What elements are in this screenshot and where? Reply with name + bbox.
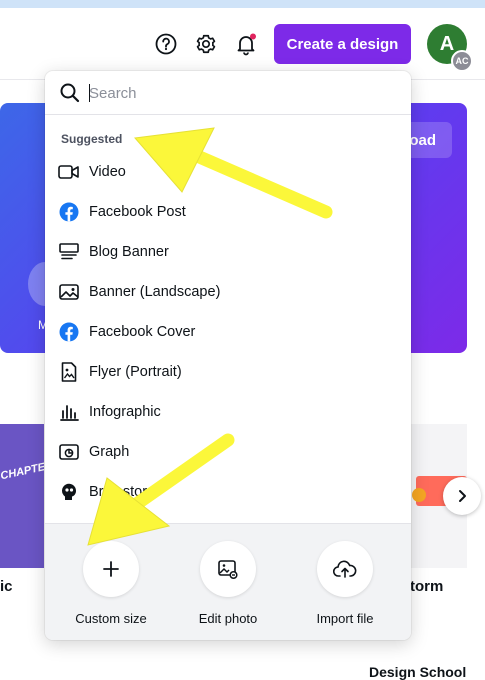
create-design-button[interactable]: Create a design	[274, 24, 411, 64]
item-label: Infographic	[89, 404, 161, 420]
design-type-brainstorm[interactable]: Brainstorm	[45, 472, 411, 512]
custom-size-button[interactable]: Custom size	[61, 541, 161, 626]
template-label-right: torm	[410, 578, 444, 595]
gear-icon[interactable]	[192, 30, 220, 58]
graph-icon	[58, 442, 80, 462]
flyer-icon	[58, 362, 80, 382]
text-caret	[89, 84, 90, 102]
bar-chart-icon	[58, 402, 80, 422]
help-icon[interactable]	[152, 30, 180, 58]
item-label: Facebook Cover	[89, 324, 196, 340]
quick-actions-bar: Custom size Edit photo Import file	[45, 523, 411, 640]
plus-icon	[83, 541, 139, 597]
design-type-blog-banner[interactable]: Blog Banner	[45, 232, 411, 272]
design-type-infographic[interactable]: Infographic	[45, 392, 411, 432]
item-label: Facebook Post	[89, 204, 186, 220]
search-bar	[45, 71, 411, 115]
template-thumbnail-left[interactable]: CHAPTER 0	[0, 424, 44, 568]
design-type-facebook-cover[interactable]: Facebook Cover	[45, 312, 411, 352]
carousel-next-button[interactable]	[443, 477, 481, 515]
action-label: Custom size	[75, 611, 147, 626]
search-input[interactable]	[89, 81, 389, 105]
item-label: Graph	[89, 444, 130, 460]
thumbnail-text: CHAPTER 0	[0, 458, 44, 483]
blog-banner-icon	[58, 242, 80, 262]
design-type-banner-landscape[interactable]: Banner (Landscape)	[45, 272, 411, 312]
import-file-button[interactable]: Import file	[295, 541, 395, 626]
create-design-dropdown: Suggested Video Facebook Post Blog Banne…	[45, 71, 411, 640]
image-icon	[58, 282, 80, 302]
edit-photo-button[interactable]: Edit photo	[178, 541, 278, 626]
app-header: Create a design A AC	[0, 8, 485, 80]
item-label: Flyer (Portrait)	[89, 364, 182, 380]
brainstorm-icon	[58, 482, 80, 502]
item-label: Video	[89, 164, 126, 180]
item-label: Brainstorm	[89, 484, 160, 500]
template-label-left: ic	[0, 578, 13, 595]
design-type-graph[interactable]: Graph	[45, 432, 411, 472]
search-icon	[59, 82, 81, 109]
design-type-facebook-post[interactable]: Facebook Post	[45, 192, 411, 232]
design-school-link[interactable]: Design School	[369, 664, 466, 680]
edit-photo-icon	[200, 541, 256, 597]
section-title: Suggested	[61, 132, 123, 146]
action-label: Edit photo	[198, 611, 258, 626]
facebook-icon	[58, 202, 80, 222]
design-type-video[interactable]: Video	[45, 152, 411, 192]
item-label: Blog Banner	[89, 244, 169, 260]
item-label: Banner (Landscape)	[89, 284, 221, 300]
design-type-flyer-portrait[interactable]: Flyer (Portrait)	[45, 352, 411, 392]
upload-cloud-icon	[317, 541, 373, 597]
thumbnail-dot	[412, 488, 426, 502]
bell-icon[interactable]	[232, 30, 260, 58]
team-avatar-badge: AC	[451, 50, 473, 72]
action-label: Import file	[316, 611, 374, 626]
video-icon	[58, 162, 80, 182]
facebook-icon	[58, 322, 80, 342]
chevron-right-icon	[459, 490, 466, 502]
top-strip	[0, 0, 485, 8]
